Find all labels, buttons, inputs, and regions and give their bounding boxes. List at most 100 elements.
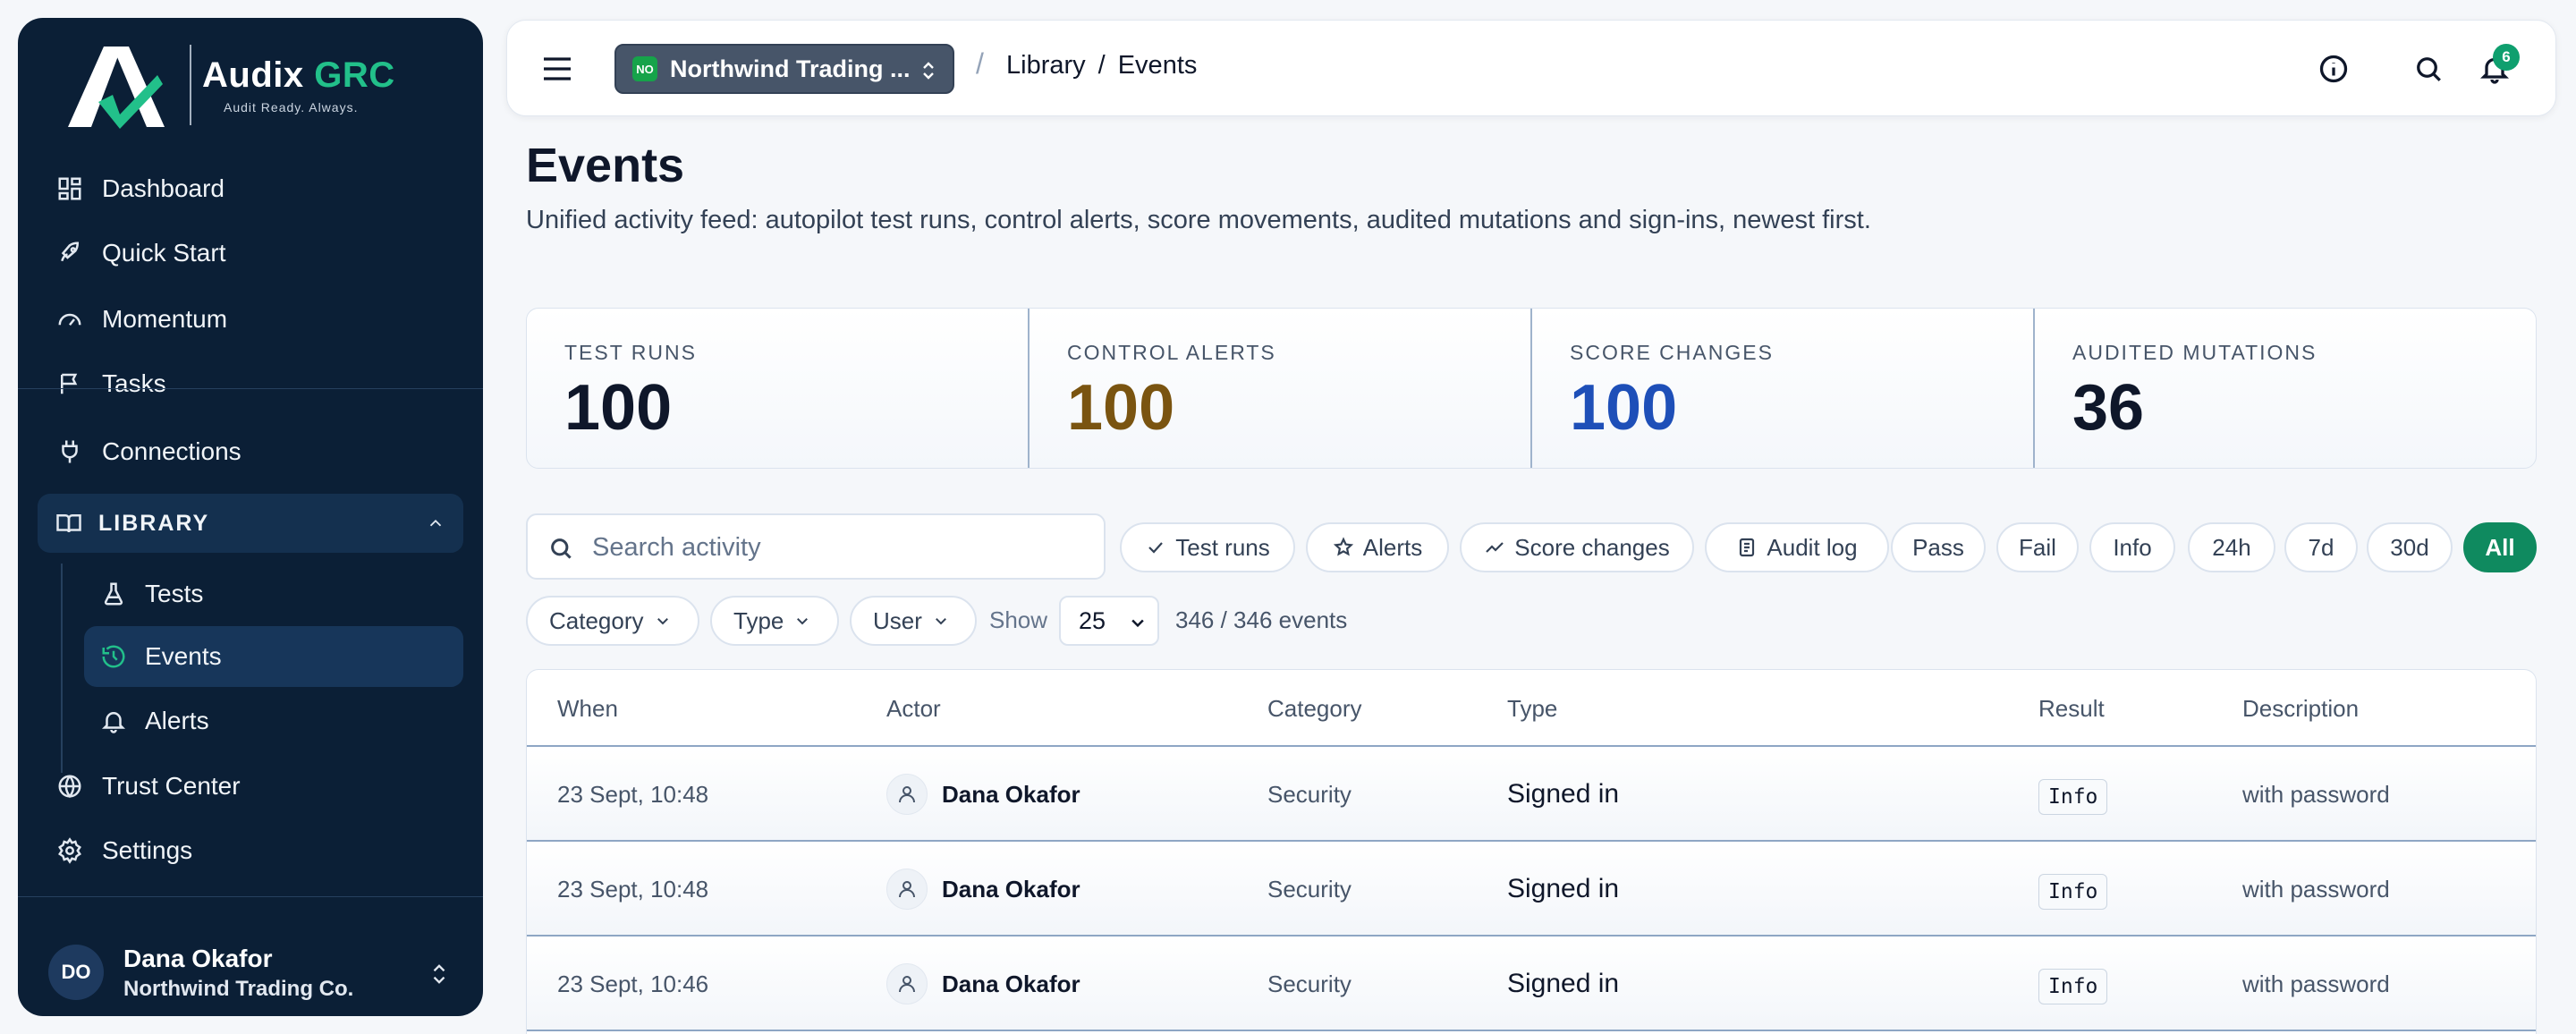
globe-icon — [55, 772, 84, 801]
filter-chip-audit-log[interactable]: Audit log — [1705, 522, 1889, 572]
result-badge: Info — [2038, 779, 2108, 815]
filter-chip-fail[interactable]: Fail — [1996, 522, 2079, 572]
sidebar-item-quick-start[interactable]: Quick Start — [38, 227, 463, 279]
rocket-icon — [55, 239, 84, 267]
actor-name: Dana Okafor — [942, 970, 1080, 997]
filter-chip-7d[interactable]: 7d — [2284, 522, 2358, 572]
column-header-type[interactable]: Type — [1507, 695, 1557, 723]
page-size-select[interactable]: 25 — [1059, 596, 1159, 646]
user-icon — [886, 963, 928, 1004]
dropdown-label: Category — [549, 606, 644, 634]
filter-chip-all[interactable]: All — [2463, 522, 2537, 572]
history-icon — [102, 645, 125, 668]
actor-name: Dana Okafor — [942, 780, 1080, 808]
bell-icon — [101, 712, 126, 733]
table-row[interactable]: 23 Sept, 10:48 Dana Okafor Security Sign… — [527, 842, 2536, 937]
sidebar-item-label: Tasks — [102, 369, 166, 397]
gauge-icon — [55, 305, 84, 334]
org-badge: NO — [632, 56, 657, 81]
result-badge: Info — [2038, 969, 2108, 1004]
menu-icon[interactable] — [541, 53, 573, 85]
sidebar-item-label: Momentum — [102, 305, 228, 333]
table-header: When Actor Category Type Result Descript… — [527, 670, 2536, 747]
cell-actor: Dana Okafor — [886, 774, 1080, 815]
filter-chip-alerts[interactable]: Alerts — [1306, 522, 1449, 572]
sidebar-item-tasks[interactable]: Tasks — [38, 358, 463, 410]
filter-chip-pass[interactable]: Pass — [1891, 522, 1986, 572]
sidebar-divider — [18, 388, 483, 389]
sidebar-item-label: Connections — [102, 437, 242, 465]
filter-chip-30d[interactable]: 30d — [2367, 522, 2453, 572]
cell-description: with password — [2242, 876, 2390, 903]
column-header-when[interactable]: When — [557, 695, 618, 723]
breadcrumb: Library / Events — [1006, 51, 1197, 81]
sidebar-section-library[interactable]: LIBRARY — [38, 494, 463, 553]
chip-label: 24h — [2212, 533, 2251, 561]
star-icon — [1333, 537, 1353, 556]
filter-chip-info[interactable]: Info — [2089, 522, 2175, 572]
breadcrumb-library[interactable]: Library — [1006, 51, 1086, 81]
search-input[interactable] — [592, 528, 1093, 567]
cell-actor: Dana Okafor — [886, 963, 1080, 1004]
events-table: When Actor Category Type Result Descript… — [526, 669, 2537, 1034]
search-button[interactable] — [2412, 53, 2445, 85]
stat-value: 100 — [564, 372, 673, 444]
notification-count-badge: 6 — [2493, 44, 2520, 71]
stat-test-runs: TEST RUNS 100 — [527, 309, 1030, 468]
stat-audited-mutations: AUDITED MUTATIONS 36 — [2035, 309, 2536, 468]
avatar: DO — [48, 945, 104, 1000]
column-header-category[interactable]: Category — [1267, 695, 1362, 723]
cell-description: with password — [2242, 970, 2390, 997]
table-row[interactable]: 23 Sept, 10:46 Dana Okafor Security Sign… — [527, 937, 2536, 1031]
type-dropdown[interactable]: Type — [710, 596, 839, 646]
stats-summary: TEST RUNS 100 CONTROL ALERTS 100 SCORE C… — [526, 308, 2537, 469]
table-row[interactable]: 23 Sept, 10:48 Dana Okafor Security Sign… — [527, 747, 2536, 842]
column-header-description[interactable]: Description — [2242, 695, 2359, 723]
user-menu[interactable]: DO Dana Okafor Northwind Trading Co. — [18, 916, 483, 1016]
sidebar-item-momentum[interactable]: Momentum — [38, 293, 463, 345]
sidebar-item-settings[interactable]: Settings — [38, 825, 463, 877]
category-dropdown[interactable]: Category — [526, 596, 699, 646]
chevron-down-icon — [935, 618, 946, 625]
flag-icon — [55, 369, 84, 398]
organization-selector[interactable]: NO Northwind Trading ... — [614, 44, 954, 94]
sidebar-item-connections[interactable]: Connections — [38, 426, 463, 478]
column-header-actor[interactable]: Actor — [886, 695, 941, 723]
user-dropdown[interactable]: User — [850, 596, 977, 646]
gear-icon — [55, 836, 84, 865]
plug-icon — [55, 437, 84, 466]
stat-score-changes: SCORE CHANGES 100 — [1532, 309, 2035, 468]
filter-chip-score-changes[interactable]: Score changes — [1460, 522, 1694, 572]
sidebar-item-label: Quick Start — [102, 239, 226, 267]
stat-label: SCORE CHANGES — [1570, 341, 1774, 364]
flask-icon — [104, 582, 123, 606]
cell-type: Signed in — [1507, 874, 1620, 903]
chevron-down-icon — [1131, 619, 1144, 628]
sidebar-item-dashboard[interactable]: Dashboard — [38, 163, 463, 215]
column-header-result[interactable]: Result — [2038, 695, 2105, 723]
show-label: Show — [989, 606, 1048, 633]
sidebar: Audix GRC Audit Ready. Always. Dashboard… — [18, 18, 483, 1016]
brand-logo[interactable]: Audix GRC Audit Ready. Always. — [47, 29, 458, 129]
chip-label: Test runs — [1175, 533, 1270, 561]
logo-mark-icon — [68, 47, 165, 129]
search-icon — [2417, 57, 2441, 81]
sidebar-item-label: Tests — [145, 580, 204, 607]
sidebar-item-alerts[interactable]: Alerts — [84, 691, 463, 751]
cell-when: 23 Sept, 10:46 — [557, 970, 709, 997]
page-size-value: 25 — [1079, 606, 1106, 634]
cell-category: Security — [1267, 781, 1352, 808]
top-bar: NO Northwind Trading ... / Library / Eve… — [506, 20, 2556, 116]
info-button[interactable] — [2318, 53, 2350, 85]
check-icon — [1148, 542, 1164, 554]
breadcrumb-separator: / — [976, 47, 984, 80]
sidebar-item-tests[interactable]: Tests — [84, 564, 463, 624]
subnav-guide — [61, 564, 63, 773]
document-icon — [1740, 538, 1755, 557]
sidebar-item-events[interactable]: Events — [84, 626, 463, 687]
search-box — [526, 513, 1106, 580]
sidebar-item-trust-center[interactable]: Trust Center — [38, 760, 463, 812]
stat-label: AUDITED MUTATIONS — [2072, 341, 2318, 364]
filter-chip-test-runs[interactable]: Test runs — [1120, 522, 1295, 572]
filter-chip-24h[interactable]: 24h — [2188, 522, 2275, 572]
